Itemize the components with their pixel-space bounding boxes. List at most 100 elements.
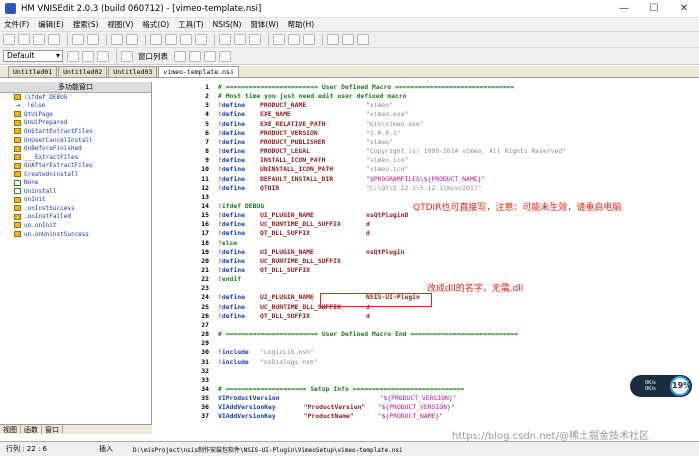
menu-format[interactable]: 格式(O) [142,19,169,30]
code-line: 12 !define QTDIR "C:\Qt\5.12.1\5.12.1\msvc2… [201,184,699,193]
cascade-icon[interactable] [174,50,186,62]
replace-icon[interactable] [249,34,261,45]
code-keyword: !define [218,119,245,128]
italic-icon[interactable] [82,50,94,62]
function-tree-item[interactable]: onInit [0,196,151,205]
line-number: 24 [201,293,209,302]
line-number: 35 [201,394,209,403]
function-tree-item[interactable]: OnBeforeFinished [0,144,151,153]
open-file-icon[interactable] [18,34,30,45]
menu-nsis[interactable]: NSIS(N) [213,20,242,29]
menu-window[interactable]: 窗体(W) [250,19,278,30]
run-icon[interactable] [288,34,300,45]
stop-icon[interactable] [303,34,315,45]
code-line: 8 !define PRODUCT_LEGAL "Copyright (c) 1999… [205,147,699,156]
code-editor[interactable]: 1 # ======================== User Defined… [188,82,699,434]
delete-icon[interactable] [195,34,207,45]
settings-icon[interactable] [342,34,354,45]
tile-icon[interactable] [189,50,201,62]
function-tree-item[interactable]: .onInstSuccess [0,204,151,213]
function-tree-item[interactable]: OnUiPrepared [0,119,151,128]
function-tree-item[interactable]: OnStartExtractFiles [0,127,151,136]
panel-tab-functions[interactable]: 函数 [21,425,42,434]
redo-icon[interactable] [126,34,138,45]
tab-untitled02[interactable]: Untitled02 [58,66,108,77]
maximize-button[interactable]: ☐ [639,0,669,18]
network-monitor-widget[interactable]: 0K/s 0K/s 19% [630,375,692,397]
function-tree-item[interactable]: OnUserCancelInstall [0,136,151,145]
line-number: 14 [201,201,209,210]
undo-icon[interactable] [111,34,123,45]
function-tree-label: !else [27,102,46,110]
cut-icon[interactable] [150,34,162,45]
function-icon [14,222,21,229]
copy-icon[interactable] [165,34,177,45]
line-number: 6 [205,128,209,137]
menu-edit[interactable]: 编辑(E) [38,19,64,30]
toolbar-separator [116,50,117,62]
code-keyword: !define [218,311,245,320]
menu-file[interactable]: 文件(F) [4,19,29,30]
window-list-label[interactable]: 窗口列表 [138,51,168,62]
code-line: 20 !define UC_RUNTIME_DLL_SUFFIX [201,257,699,266]
line-number: 7 [205,137,209,146]
underline-icon[interactable] [97,50,109,62]
panel-tab-view[interactable]: 视图 [0,425,21,434]
function-tree-item[interactable]: ➔ !else [0,100,151,111]
function-tree-item[interactable]: Uninstall [0,187,151,196]
line-number: 23 [201,284,209,293]
code-line: 35 VIProductVersion "${PRODUCT_VERSION}" [201,394,699,403]
line-number: 12 [201,183,209,192]
print-icon[interactable] [72,34,84,45]
close-button[interactable]: ✕ [669,0,699,18]
save-all-icon[interactable] [48,34,60,45]
function-tree-item[interactable]: !ifdef DEBUG [0,93,151,102]
function-tree-item[interactable]: None [0,178,151,187]
minimize-button[interactable]: — [609,0,639,18]
function-tree-item[interactable]: un.onUninstSuccess [0,230,151,239]
function-tree-item[interactable]: OnAfterExtractFiles [0,161,151,170]
code-keyword: !define [218,101,245,110]
function-tree-item[interactable]: CreateUninstall [0,170,151,179]
function-tree-item[interactable]: .onInstFailed [0,213,151,222]
bold-icon[interactable] [67,50,79,62]
function-tree-item[interactable]: un.onInit [0,221,151,230]
menu-view[interactable]: 视图(V) [107,19,133,30]
find-icon[interactable] [219,34,231,45]
paste-icon[interactable] [180,34,192,45]
tab-untitled01[interactable]: Untitled01 [8,66,58,77]
function-icon [14,94,21,101]
qtdir-annotation: QTDIR也可直接写，注意：可能未生效，请重启电脑 [413,203,622,213]
find-next-icon[interactable] [234,34,246,45]
compile-icon[interactable] [273,34,285,45]
menu-tools[interactable]: 工具(T) [178,19,203,30]
function-tree-item[interactable]: ___ExtractFiles [0,153,151,162]
panel-tab-windows[interactable]: 窗口 [42,425,63,434]
wizard-icon[interactable] [327,34,339,45]
paragraph-icon[interactable] [204,50,216,62]
line-number: 9 [205,156,209,165]
code-identifier: DEFAULT_INSTALL_DIR [260,174,334,183]
preview-icon[interactable] [87,34,99,45]
help-icon[interactable] [357,34,369,45]
code-line: 33 [201,376,699,385]
menu-search[interactable]: 搜索(S) [73,19,99,30]
function-tree-item[interactable]: QtUiPage [0,110,151,119]
code-value: "vimeo" [366,137,393,146]
code-identifier: PRODUCT_LEGAL [260,147,311,156]
function-tree: !ifdef DEBUG ➔ !else QtUiPage OnUiPrepared On… [0,93,151,238]
style-combo[interactable]: Default [3,50,63,62]
code-identifier: QT_DLL_SUFFIX [260,229,311,238]
arrow-icon: ➔ [16,100,21,110]
tab-untitled03[interactable]: Untitled03 [108,66,158,77]
secondary-toolbar: Default 窗口列表 [0,48,699,65]
code-line: 27 [201,321,699,330]
new-file-icon[interactable] [3,34,15,45]
function-tree-label: OnAfterExtractFiles [24,162,93,170]
save-icon[interactable] [33,34,45,45]
wrap-icon[interactable] [219,50,231,62]
window-list-icon[interactable] [121,50,133,62]
tab-vimeo-template[interactable]: vimeo-template.nsi [158,66,239,77]
app-icon [5,3,16,14]
menu-help[interactable]: 帮助(H) [288,19,315,30]
